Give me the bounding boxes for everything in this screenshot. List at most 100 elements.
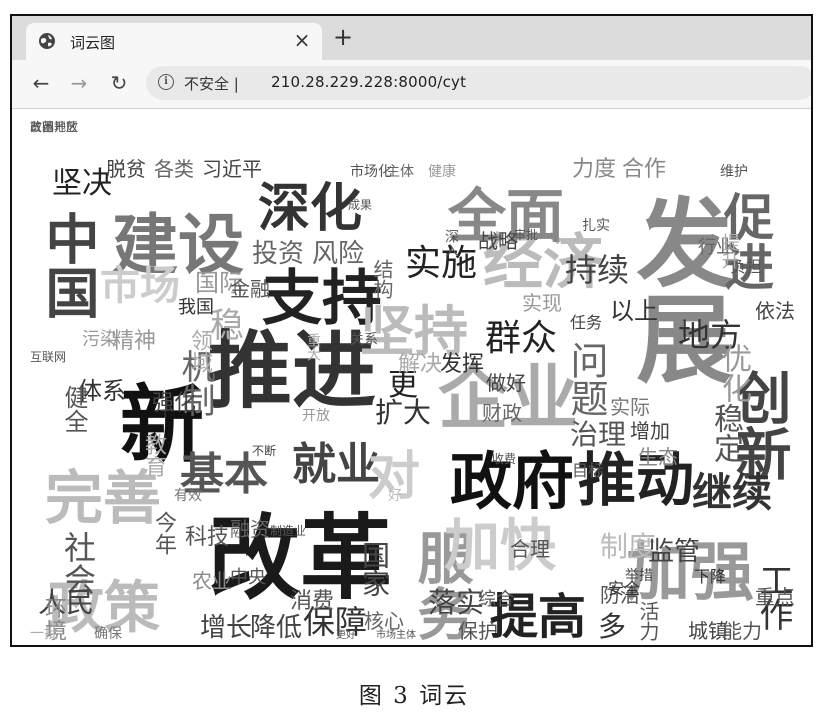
- cloud-word: 实际: [610, 395, 650, 419]
- cloud-word: 金融: [230, 277, 270, 301]
- new-tab-button[interactable]: +: [330, 23, 356, 51]
- cloud-word: 稳定: [708, 403, 743, 463]
- cloud-word: 目标: [572, 461, 605, 480]
- cloud-word: 主体: [386, 164, 414, 180]
- cloud-word: 国家: [358, 541, 391, 597]
- cloud-word: 活力: [636, 601, 660, 641]
- cloud-word: 下降: [694, 567, 727, 586]
- cloud-word: 成果: [348, 198, 373, 212]
- cloud-word: 就业: [292, 439, 380, 490]
- cloud-word: 融资: [230, 517, 270, 541]
- cloud-word: 习近平: [202, 157, 262, 181]
- cloud-word: 教育: [141, 433, 166, 477]
- cloud-word: 多: [598, 610, 627, 643]
- figure-caption: 图 3 词云: [358, 683, 470, 709]
- cloud-word: 持续: [565, 251, 630, 289]
- cloud-word: 市场: [100, 263, 180, 309]
- cloud-word: 重点: [755, 585, 795, 609]
- tab-active[interactable]: 词云图 ×: [26, 23, 322, 60]
- cloud-word: 污染: [82, 329, 118, 350]
- cloud-word: 合作: [622, 157, 667, 182]
- cloud-word: 发展: [620, 193, 732, 385]
- info-icon[interactable]: i: [158, 74, 174, 90]
- cloud-word: 确保: [94, 626, 122, 642]
- cloud-word: 解决: [398, 352, 443, 377]
- cloud-word: 任务: [570, 313, 603, 332]
- reload-icon[interactable]: ↻: [104, 68, 134, 98]
- browser-window: 词云图 × + ← → ↻ i 不安全 | 210.28.229.228:800…: [10, 14, 813, 647]
- cloud-word: 审批: [514, 228, 539, 242]
- cloud-word: 完善: [45, 464, 162, 532]
- cloud-word: 重大: [305, 333, 321, 361]
- cloud-word: 科技: [185, 525, 230, 550]
- cloud-word: 监管: [648, 537, 701, 567]
- cloud-word: 群众: [485, 318, 558, 359]
- cloud-word: 健全: [60, 385, 88, 433]
- cloud-word: 风险: [312, 239, 365, 269]
- cloud-word: 维护: [720, 164, 748, 180]
- cloud-word: 战略: [478, 229, 518, 253]
- cloud-word: 今年: [151, 511, 176, 555]
- page-content: 发展 改革 推进新建设 企业 政府 推动 加强 经济 全面 支持 深化 中国 促进 创新 完善 政策 服务 加快提…: [12, 109, 811, 645]
- cloud-word: 一批: [30, 626, 58, 642]
- cloud-word: 以上: [610, 297, 658, 325]
- cloud-word: 健康: [428, 164, 456, 180]
- cloud-word: 稳: [210, 306, 244, 346]
- cloud-word: 市场主体: [376, 630, 416, 641]
- cloud-word: 能力: [722, 619, 762, 643]
- cloud-word: 力度: [572, 157, 617, 182]
- cloud-word: 坚决: [52, 166, 112, 201]
- cloud-word: 改革开放: [30, 120, 79, 134]
- cloud-word: 深入: [443, 229, 459, 257]
- tab-title: 词云图: [70, 34, 116, 52]
- tab-strip: 词云图 × +: [12, 16, 811, 60]
- cloud-word: 精神: [112, 329, 157, 354]
- cloud-word: 实现: [522, 291, 562, 315]
- cloud-word: 有效: [174, 488, 202, 504]
- cloud-word: 消费: [290, 589, 335, 614]
- cloud-word: 生态: [638, 445, 678, 469]
- cloud-word: 好: [388, 488, 402, 504]
- cloud-word: 深化: [258, 179, 363, 239]
- word-cloud: 发展 改革 推进新建设 企业 政府 推动 加强 经济 全面 支持 深化 中国 促进 创新 完善 政策 服务 加快提…: [30, 121, 795, 641]
- cloud-word: 落实: [428, 586, 485, 619]
- cloud-word: 增加: [630, 419, 670, 443]
- cloud-word: 各类: [154, 157, 194, 181]
- cloud-word: 发挥: [440, 352, 485, 377]
- cloud-word: 领域: [187, 329, 212, 373]
- cloud-word: 强化: [152, 391, 197, 416]
- back-arrow-icon[interactable]: ←: [26, 68, 56, 98]
- cloud-word: 农业: [192, 569, 232, 593]
- cloud-word: 不断: [252, 444, 277, 458]
- close-icon[interactable]: ×: [290, 28, 314, 52]
- cloud-word: 中国: [36, 211, 99, 319]
- address-bar[interactable]: i 不安全 | 210.28.229.228:8000/cyt: [146, 66, 811, 100]
- cloud-word: 财政: [482, 401, 522, 425]
- cloud-word: 互联网: [30, 350, 67, 364]
- cloud-word: 增长: [200, 613, 253, 643]
- cloud-word: 关系: [350, 332, 378, 348]
- cloud-word: 综合: [478, 589, 514, 610]
- cloud-word: 中央: [230, 567, 266, 588]
- cloud-word: 实施: [405, 243, 478, 284]
- cloud-word: 我国: [178, 297, 214, 318]
- cloud-word: 治理: [570, 418, 627, 451]
- cloud-word: 脱贫: [106, 157, 146, 181]
- forward-arrow-icon[interactable]: →: [64, 68, 94, 98]
- cloud-word: 合理: [510, 537, 550, 561]
- cloud-word: 优化: [716, 343, 751, 403]
- cloud-word: 制造业: [270, 524, 307, 538]
- url-text[interactable]: 210.28.229.228:8000/cyt: [271, 73, 466, 91]
- security-indicator[interactable]: 不安全 |: [184, 73, 239, 94]
- cloud-word: 扩大: [375, 396, 432, 429]
- cloud-word: 扎实: [582, 218, 610, 234]
- cloud-word: 举措: [625, 568, 653, 584]
- cloud-word: 降低: [250, 613, 303, 643]
- cloud-word: 做好: [486, 371, 526, 395]
- cloud-word: 开放: [302, 408, 330, 424]
- cloud-word: 更好: [336, 630, 356, 641]
- cloud-word: 保护: [458, 619, 498, 643]
- cloud-word: 问题: [564, 341, 608, 417]
- cloud-word: 结构: [370, 259, 394, 299]
- cloud-word: 继续: [692, 470, 772, 516]
